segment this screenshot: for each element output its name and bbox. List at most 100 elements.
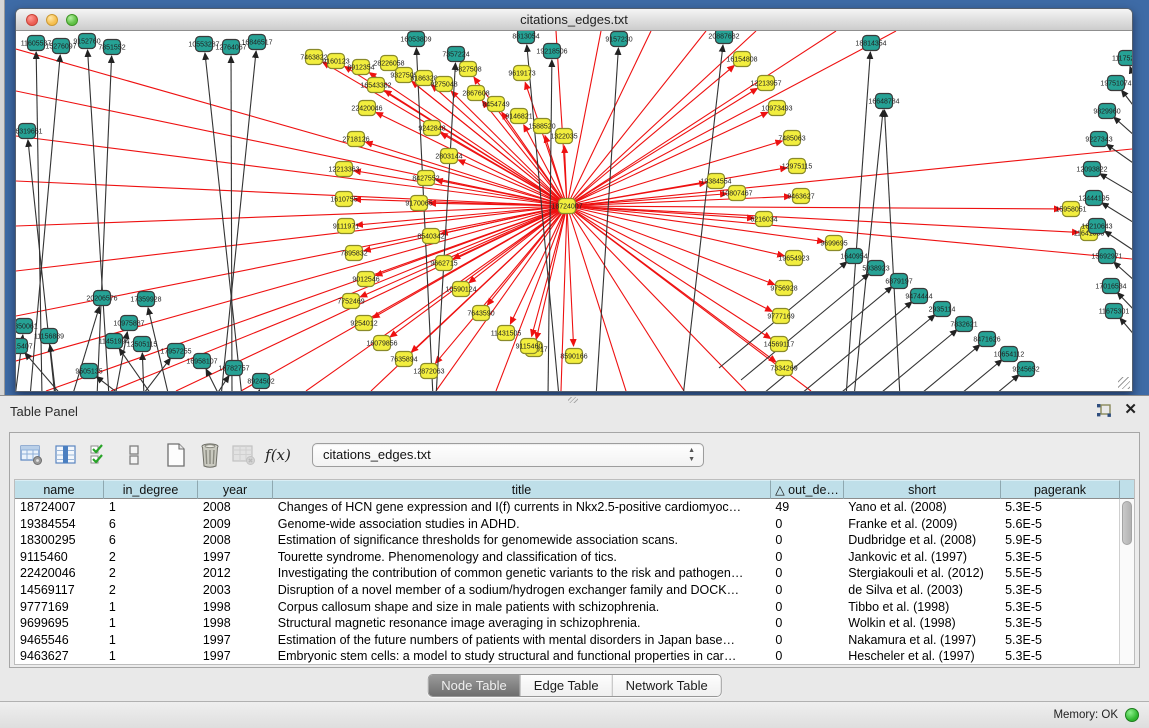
network-node[interactable]: 7643590 (467, 306, 494, 321)
network-node[interactable]: 7752469 (337, 294, 364, 309)
tab-network-table[interactable]: Network Table (612, 675, 721, 696)
network-node[interactable]: 8471626 (973, 332, 1000, 347)
column-header-title[interactable]: title (273, 480, 771, 499)
network-node[interactable]: 7895832 (340, 246, 367, 261)
network-node[interactable]: 9699695 (820, 236, 847, 251)
tab-node-table[interactable]: Node Table (428, 675, 520, 696)
network-node[interactable]: 9227343 (1085, 132, 1112, 147)
network-node[interactable]: 8924502 (247, 374, 274, 389)
network-node[interactable]: 2718126 (342, 132, 369, 147)
column-header-out_de[interactable]: △ out_de… (771, 480, 844, 499)
network-node[interactable]: 9170065 (405, 196, 432, 211)
table-row[interactable]: 1938455462009Genome-wide association stu… (15, 516, 1119, 533)
network-node[interactable]: 20887682 (708, 31, 739, 44)
network-node[interactable]: 9157230 (605, 32, 632, 47)
table-row[interactable]: 946554611997Estimation of the future num… (15, 632, 1119, 649)
column-header-in_degree[interactable]: in_degree (104, 480, 198, 499)
network-node[interactable]: 9756928 (770, 281, 797, 296)
network-node[interactable]: 7851552 (98, 40, 125, 55)
network-node[interactable]: 7635894 (390, 352, 417, 367)
table-row[interactable]: 911546021997Tourette syndrome. Phenomeno… (15, 549, 1119, 566)
network-node[interactable]: 19654923 (778, 251, 809, 266)
network-node[interactable]: 17359928 (130, 292, 161, 307)
network-node[interactable]: 7485063 (778, 131, 805, 146)
table-row[interactable]: 2242004622012Investigating the contribut… (15, 565, 1119, 582)
network-node[interactable]: 14569117 (764, 337, 795, 352)
network-node[interactable]: 9152760 (73, 34, 100, 49)
table-row[interactable]: 977716911998Corpus callosum shape and si… (15, 599, 1119, 616)
table-row[interactable]: 969969511998Structural magnetic resonanc… (15, 615, 1119, 632)
apply-checks-button[interactable] (86, 441, 114, 469)
network-node[interactable]: 2803144 (435, 149, 462, 164)
network-node[interactable]: 3915407 (16, 339, 33, 354)
select-column-button[interactable] (52, 441, 80, 469)
network-node[interactable]: 9245652 (1012, 362, 1039, 377)
network-window[interactable]: citations_edges.txt 18724007282260588912… (15, 8, 1133, 392)
network-node[interactable]: 19384554 (700, 174, 731, 189)
network-node[interactable]: 12872063 (413, 364, 444, 379)
zoom-window-button[interactable] (66, 14, 78, 26)
table-row[interactable]: 1830029562008Estimation of significance … (15, 532, 1119, 549)
network-node[interactable]: 12505115 (127, 337, 158, 352)
network-node[interactable]: 6216034 (750, 212, 777, 227)
network-node[interactable]: 12213363 (328, 162, 359, 177)
network-node[interactable]: 20206576 (86, 291, 117, 306)
table-row[interactable]: 1872400712008Changes of HCN gene express… (15, 499, 1119, 516)
network-node[interactable]: 9146821 (505, 109, 532, 124)
network-node[interactable]: 17016534 (1095, 279, 1126, 294)
network-node[interactable]: 11675301 (1099, 304, 1130, 319)
column-header-name[interactable]: name (15, 480, 104, 499)
network-node[interactable]: 8454749 (482, 97, 509, 112)
table-scrollbar[interactable] (1119, 499, 1134, 664)
tab-edge-table[interactable]: Edge Table (520, 675, 612, 696)
column-header-short[interactable]: short (844, 480, 1001, 499)
network-node[interactable]: 6879197 (885, 274, 912, 289)
network-node[interactable]: 1610755 (330, 192, 357, 207)
network-node[interactable]: 10654112 (994, 347, 1025, 362)
network-node[interactable]: 9474444 (905, 289, 932, 304)
network-node[interactable]: 15692971 (1091, 249, 1122, 264)
network-node[interactable]: 7357224 (442, 47, 469, 62)
network-node[interactable]: 10590124 (445, 282, 476, 297)
network-node[interactable]: 26319661 (16, 124, 43, 139)
close-window-button[interactable] (26, 14, 38, 26)
window-resize-grip[interactable] (1118, 377, 1130, 389)
network-node[interactable]: 10975887 (113, 316, 144, 331)
network-node[interactable]: 17957255 (160, 344, 191, 359)
network-canvas[interactable]: 1872400728226058891235491601237463822165… (16, 31, 1132, 391)
network-node[interactable]: 12093822 (1076, 162, 1107, 177)
network-node[interactable]: 16079856 (366, 336, 397, 351)
close-panel-icon[interactable]: ✕ (1124, 402, 1137, 418)
network-node[interactable]: 16958107 (186, 354, 217, 369)
function-builder-button[interactable]: f(x) (264, 441, 292, 469)
network-node[interactable]: 18814354 (855, 36, 886, 51)
network-node[interactable]: 16053809 (400, 32, 431, 47)
network-node[interactable]: 2867608 (462, 86, 489, 101)
network-node[interactable]: 7832621 (950, 317, 977, 332)
table-settings-button[interactable] (18, 441, 46, 469)
float-panel-icon[interactable] (1096, 403, 1112, 418)
delete-table-disabled-button[interactable] (230, 441, 258, 469)
minimize-window-button[interactable] (46, 14, 58, 26)
column-header-pagerank[interactable]: pagerank (1001, 480, 1120, 499)
network-node[interactable]: 9619173 (508, 66, 535, 81)
network-node[interactable]: 9829960 (1093, 104, 1120, 119)
network-node[interactable]: 9827508 (454, 62, 481, 77)
network-window-titlebar[interactable]: citations_edges.txt (16, 9, 1132, 31)
network-node[interactable]: 19218506 (536, 44, 567, 59)
network-node[interactable]: 8590166 (560, 349, 587, 364)
network-node[interactable]: 8912354 (347, 60, 374, 75)
network-node[interactable]: 19751074 (1100, 76, 1131, 91)
network-node[interactable]: 2935114 (929, 302, 956, 317)
table-row[interactable]: 946362711997Embryonic stem cells: a mode… (15, 648, 1119, 664)
new-table-button[interactable] (162, 441, 190, 469)
network-node[interactable]: 9463627 (787, 189, 814, 204)
row-handle-button[interactable] (120, 441, 148, 469)
network-node[interactable]: 8813054 (512, 31, 539, 44)
network-node[interactable]: 11156889 (34, 329, 64, 344)
delete-entry-button[interactable] (196, 441, 224, 469)
network-node[interactable]: 8427552 (412, 171, 439, 186)
network-node[interactable]: 11175247 (1112, 51, 1132, 66)
table-row[interactable]: 1456911722003Disruption of a novel membe… (15, 582, 1119, 599)
table-selector[interactable]: citations_edges.txt ▲▼ (312, 443, 704, 467)
